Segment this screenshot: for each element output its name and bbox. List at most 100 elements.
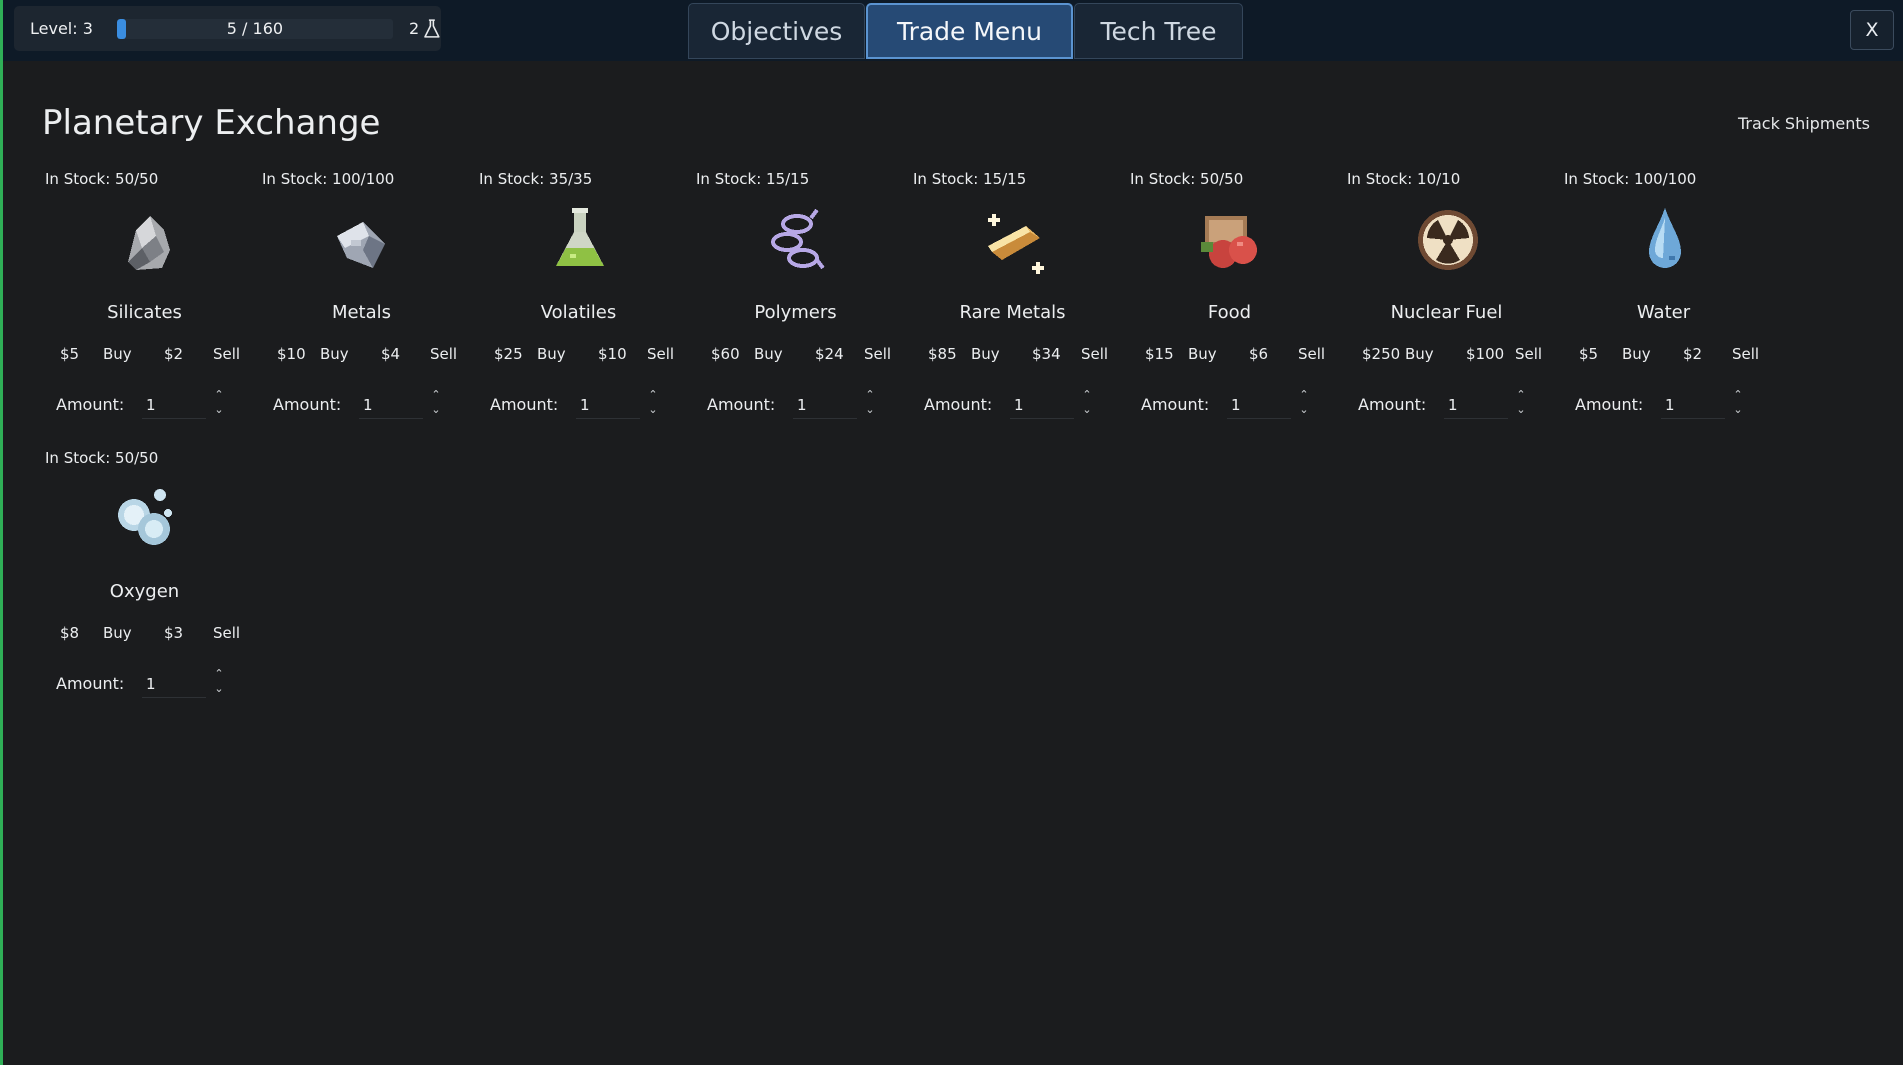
resource-card-nuclear-fuel: In Stock: 10/10 Nuclear Fuel $250 Buy $1… [1344, 170, 1549, 440]
stock-label: In Stock: 10/10 [1347, 170, 1461, 188]
silicates-icon [106, 200, 186, 280]
resource-card-rare-metals: In Stock: 15/15 Rare Metals $85 Buy $34 … [910, 170, 1115, 440]
buy-button[interactable]: Buy [103, 624, 132, 642]
volatiles-flask-icon [540, 200, 620, 280]
chevron-down-icon[interactable]: ⌄ [646, 403, 660, 418]
amount-row: Amount: ⌃ ⌄ [1561, 388, 1766, 422]
amount-label: Amount: [56, 395, 125, 414]
chevron-down-icon[interactable]: ⌄ [1514, 403, 1528, 418]
sell-button[interactable]: Sell [430, 345, 457, 363]
amount-stepper[interactable]: ⌃ ⌄ [212, 667, 226, 699]
amount-stepper[interactable]: ⌃ ⌄ [429, 388, 443, 420]
buy-button[interactable]: Buy [320, 345, 349, 363]
track-shipments-link[interactable]: Track Shipments [1738, 114, 1870, 133]
stock-label: In Stock: 100/100 [1564, 170, 1697, 188]
chevron-up-icon[interactable]: ⌃ [212, 388, 226, 403]
amount-input[interactable] [142, 670, 206, 698]
chevron-up-icon[interactable]: ⌃ [1731, 388, 1745, 403]
buy-price: $8 [60, 624, 80, 642]
sell-price: $24 [815, 345, 844, 363]
amount-input[interactable] [793, 391, 857, 419]
food-icon [1191, 200, 1271, 280]
buy-button[interactable]: Buy [754, 345, 783, 363]
amount-input[interactable] [142, 391, 206, 419]
amount-stepper[interactable]: ⌃ ⌄ [1514, 388, 1528, 420]
tab-tech-tree[interactable]: Tech Tree [1074, 3, 1243, 59]
top-bar: Level: 3 5 / 160 2 Objectives Trade Menu… [3, 0, 1903, 61]
sell-button[interactable]: Sell [1515, 345, 1542, 363]
amount-input[interactable] [1661, 391, 1725, 419]
buy-button[interactable]: Buy [537, 345, 566, 363]
buy-button[interactable]: Buy [103, 345, 132, 363]
chevron-down-icon[interactable]: ⌄ [212, 403, 226, 418]
amount-label: Amount: [924, 395, 993, 414]
amount-row: Amount: ⌃ ⌄ [42, 667, 247, 701]
sell-price: $2 [164, 345, 184, 363]
chevron-up-icon[interactable]: ⌃ [1514, 388, 1528, 403]
sell-button[interactable]: Sell [1298, 345, 1325, 363]
resource-name: Oxygen [109, 581, 180, 602]
amount-input[interactable] [1444, 391, 1508, 419]
price-row: $25 Buy $10 Sell [476, 345, 681, 365]
buy-button[interactable]: Buy [971, 345, 1000, 363]
research-points: 2 [409, 19, 420, 38]
amount-label: Amount: [273, 395, 342, 414]
sell-button[interactable]: Sell [647, 345, 674, 363]
amount-stepper[interactable]: ⌃ ⌄ [863, 388, 877, 420]
price-row: $15 Buy $6 Sell [1127, 345, 1332, 365]
chevron-down-icon[interactable]: ⌄ [1297, 403, 1311, 418]
buy-price: $5 [1579, 345, 1599, 363]
chevron-down-icon[interactable]: ⌄ [863, 403, 877, 418]
amount-stepper[interactable]: ⌃ ⌄ [1297, 388, 1311, 420]
price-row: $5 Buy $2 Sell [1561, 345, 1766, 365]
buy-button[interactable]: Buy [1622, 345, 1651, 363]
amount-input[interactable] [1227, 391, 1291, 419]
chevron-up-icon[interactable]: ⌃ [212, 667, 226, 682]
chevron-down-icon[interactable]: ⌄ [1080, 403, 1094, 418]
chevron-up-icon[interactable]: ⌃ [1080, 388, 1094, 403]
stock-label: In Stock: 50/50 [45, 449, 159, 467]
stock-label: In Stock: 100/100 [262, 170, 395, 188]
amount-stepper[interactable]: ⌃ ⌄ [1731, 388, 1745, 420]
resource-name: Rare Metals [959, 302, 1066, 323]
stock-label: In Stock: 15/15 [913, 170, 1027, 188]
sell-button[interactable]: Sell [213, 345, 240, 363]
tab-trade-menu[interactable]: Trade Menu [866, 3, 1073, 59]
amount-stepper[interactable]: ⌃ ⌄ [212, 388, 226, 420]
amount-input[interactable] [1010, 391, 1074, 419]
sell-price: $34 [1032, 345, 1061, 363]
chevron-up-icon[interactable]: ⌃ [1297, 388, 1311, 403]
flask-icon [424, 18, 440, 38]
resource-name: Polymers [754, 302, 837, 323]
sell-button[interactable]: Sell [1081, 345, 1108, 363]
price-row: $85 Buy $34 Sell [910, 345, 1115, 365]
chevron-down-icon[interactable]: ⌄ [1731, 403, 1745, 418]
amount-stepper[interactable]: ⌃ ⌄ [646, 388, 660, 420]
amount-input[interactable] [359, 391, 423, 419]
amount-row: Amount: ⌃ ⌄ [693, 388, 898, 422]
sell-price: $100 [1466, 345, 1505, 363]
chevron-up-icon[interactable]: ⌃ [863, 388, 877, 403]
chevron-down-icon[interactable]: ⌄ [429, 403, 443, 418]
resource-name: Water [1636, 302, 1691, 323]
chevron-up-icon[interactable]: ⌃ [646, 388, 660, 403]
sell-price: $2 [1683, 345, 1703, 363]
chevron-down-icon[interactable]: ⌄ [212, 682, 226, 697]
sell-button[interactable]: Sell [213, 624, 240, 642]
sell-button[interactable]: Sell [1732, 345, 1759, 363]
xp-progress-bar: 5 / 160 [116, 18, 394, 39]
price-row: $8 Buy $3 Sell [42, 624, 247, 644]
amount-input[interactable] [576, 391, 640, 419]
sell-price: $3 [164, 624, 184, 642]
amount-label: Amount: [490, 395, 559, 414]
amount-label: Amount: [56, 674, 125, 693]
amount-label: Amount: [1575, 395, 1644, 414]
amount-row: Amount: ⌃ ⌄ [1127, 388, 1332, 422]
buy-button[interactable]: Buy [1405, 345, 1434, 363]
amount-stepper[interactable]: ⌃ ⌄ [1080, 388, 1094, 420]
chevron-up-icon[interactable]: ⌃ [429, 388, 443, 403]
close-button[interactable]: X [1850, 10, 1894, 50]
tab-objectives[interactable]: Objectives [688, 3, 865, 59]
sell-button[interactable]: Sell [864, 345, 891, 363]
buy-button[interactable]: Buy [1188, 345, 1217, 363]
